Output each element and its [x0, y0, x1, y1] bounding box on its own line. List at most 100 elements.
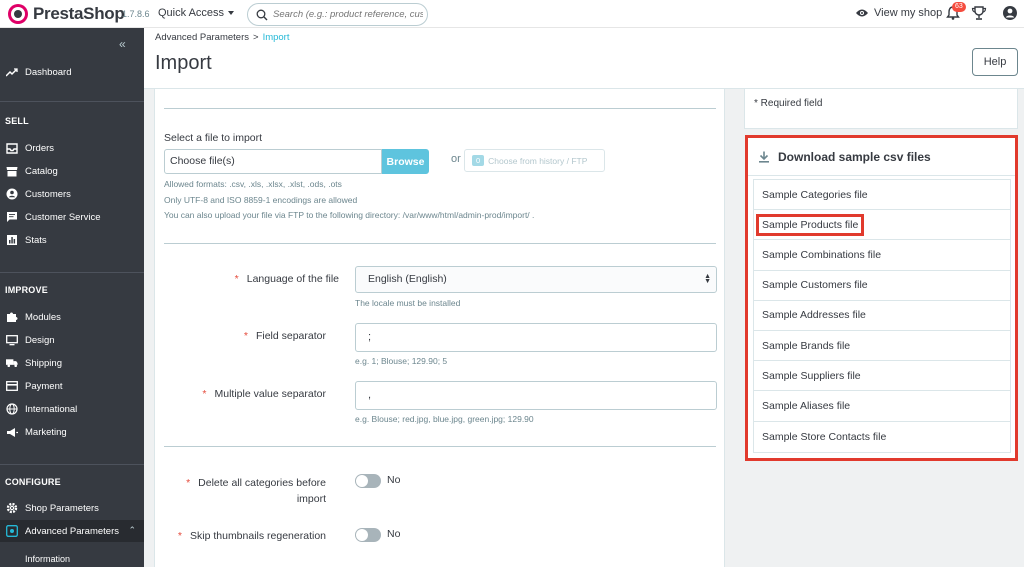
- top-header: PrestaShop 1.7.8.6 Quick Access View my …: [0, 0, 1024, 28]
- breadcrumb: Advanced Parameters > Import: [155, 32, 290, 43]
- sidebar-subitem-information[interactable]: Information: [25, 554, 70, 564]
- sidebar-divider: [0, 272, 144, 273]
- required-asterisk: *: [186, 477, 191, 489]
- sidebar-item-label: International: [25, 403, 78, 415]
- sample-brands-file-link[interactable]: Sample Brands file: [754, 331, 1010, 362]
- import-form-panel: Select a file to import Choose file(s) B…: [154, 89, 725, 567]
- account-circle-icon: [6, 188, 18, 200]
- quick-access-dropdown[interactable]: Quick Access: [158, 7, 235, 19]
- sidebar-item-dashboard[interactable]: Dashboard: [0, 61, 144, 83]
- search-input[interactable]: [273, 9, 423, 20]
- version-label: 1.7.8.6: [122, 9, 150, 19]
- language-select[interactable]: English (English) ▲ ▼: [355, 266, 717, 293]
- sidebar-item-label: Advanced Parameters: [25, 525, 119, 537]
- sidebar-item-design[interactable]: Design: [0, 329, 144, 351]
- section-sell: SELL: [5, 116, 29, 126]
- sidebar-item-shop-parameters[interactable]: Shop Parameters: [0, 497, 144, 519]
- browse-button[interactable]: Browse: [382, 149, 429, 174]
- globe-icon: [6, 403, 18, 415]
- sidebar-item-orders[interactable]: Orders: [0, 137, 144, 159]
- download-icon: [759, 151, 769, 163]
- sample-suppliers-file-link[interactable]: Sample Suppliers file: [754, 361, 1010, 392]
- view-my-shop-link[interactable]: View my shop: [855, 7, 942, 19]
- delete-categories-switch[interactable]: [355, 474, 381, 488]
- sidebar-divider: [0, 464, 144, 465]
- field-separator-input[interactable]: ;: [355, 323, 717, 352]
- sidebar-item-label: Customers: [25, 188, 71, 200]
- download-samples-header: Download sample csv files: [748, 138, 1015, 176]
- multiple-value-separator-label: * Multiple value separator: [202, 388, 326, 400]
- file-input[interactable]: Choose file(s): [164, 149, 382, 174]
- sidebar-item-customer-service[interactable]: Customer Service: [0, 206, 144, 228]
- sidebar-item-label: Modules: [25, 311, 61, 323]
- select-file-label: Select a file to import: [164, 132, 263, 144]
- search-icon: [256, 9, 268, 20]
- sidebar-item-label: Stats: [25, 234, 47, 246]
- quick-access-label: Quick Access: [158, 7, 225, 19]
- chevron-up-icon: ⌃: [128, 525, 136, 535]
- sidebar-item-label: Payment: [25, 380, 63, 392]
- sidebar-item-catalog[interactable]: Catalog: [0, 160, 144, 182]
- delete-categories-value: No: [387, 474, 401, 486]
- truck-icon: [6, 357, 18, 369]
- sample-products-file-link[interactable]: Sample Products file: [754, 210, 1010, 241]
- sample-categories-file-link[interactable]: Sample Categories file: [754, 180, 1010, 211]
- section-improve: IMPROVE: [5, 285, 48, 295]
- required-asterisk: *: [202, 388, 207, 400]
- download-samples-title: Download sample csv files: [778, 149, 931, 164]
- sidebar-item-label: Shipping: [25, 357, 62, 369]
- sidebar-item-stats[interactable]: Stats: [0, 229, 144, 251]
- choose-from-history-button[interactable]: 0 Choose from history / FTP: [464, 149, 605, 172]
- sidebar-item-advanced-parameters[interactable]: Advanced Parameters ⌃: [0, 520, 144, 542]
- eye-icon: [856, 9, 868, 17]
- store-icon: [6, 165, 18, 177]
- history-label: Choose from history / FTP: [488, 155, 588, 166]
- puzzle-icon: [6, 311, 18, 323]
- delete-categories-label: * Delete all categories before import: [186, 477, 326, 505]
- sidebar-item-international[interactable]: International: [0, 398, 144, 420]
- gear-icon: [6, 502, 18, 514]
- skip-thumbnails-label: * Skip thumbnails regeneration: [177, 530, 326, 542]
- desktop-icon: [6, 334, 18, 346]
- page-title: Import: [155, 52, 212, 74]
- sidebar-divider: [0, 101, 144, 102]
- collapse-sidebar-icon[interactable]: «: [119, 37, 126, 51]
- select-arrows-icon: ▲ ▼: [704, 273, 711, 285]
- multiple-value-separator-input[interactable]: ,: [355, 381, 717, 410]
- breadcrumb-separator: >: [253, 32, 259, 43]
- allowed-formats-help: Allowed formats: .csv, .xls, .xlsx, .xls…: [164, 179, 342, 189]
- sidebar-item-payment[interactable]: Payment: [0, 375, 144, 397]
- bar-chart-icon: [6, 234, 18, 246]
- sidebar-item-label: Catalog: [25, 165, 58, 177]
- sidebar-item-shipping[interactable]: Shipping: [0, 352, 144, 374]
- trophy-icon[interactable]: [971, 5, 987, 21]
- search-bar[interactable]: [247, 3, 428, 26]
- sample-aliases-file-link[interactable]: Sample Aliases file: [754, 391, 1010, 422]
- skip-thumbnails-switch[interactable]: [355, 528, 381, 542]
- multiple-value-separator-help: e.g. Blouse; red.jpg, blue.jpg, green.jp…: [355, 414, 534, 424]
- user-account-icon[interactable]: [1002, 5, 1018, 21]
- breadcrumb-current[interactable]: Import: [263, 32, 290, 43]
- sample-store-contacts-file-link[interactable]: Sample Store Contacts file: [754, 422, 1010, 452]
- sample-files-list: Sample Categories file Sample Products f…: [753, 179, 1011, 453]
- divider: [164, 108, 716, 109]
- inbox-icon: [6, 142, 18, 154]
- sample-combinations-file-link[interactable]: Sample Combinations file: [754, 240, 1010, 271]
- sidebar-item-marketing[interactable]: Marketing: [0, 421, 144, 443]
- required-field-note: * Required field: [744, 89, 1018, 129]
- field-separator-help: e.g. 1; Blouse; 129.90; 5: [355, 356, 448, 366]
- sample-addresses-file-link[interactable]: Sample Addresses file: [754, 301, 1010, 331]
- trending-up-icon: [6, 66, 18, 78]
- help-button[interactable]: Help: [972, 48, 1018, 76]
- sidebar-item-label: Orders: [25, 142, 55, 154]
- sidebar-item-customers[interactable]: Customers: [0, 183, 144, 205]
- sample-customers-file-link[interactable]: Sample Customers file: [754, 271, 1010, 301]
- language-help: The locale must be installed: [355, 298, 461, 308]
- skip-thumbnails-value: No: [387, 528, 401, 540]
- required-asterisk: *: [243, 330, 248, 342]
- required-asterisk: *: [177, 530, 182, 542]
- prestashop-logo[interactable]: PrestaShop: [8, 4, 125, 24]
- sidebar-item-modules[interactable]: Modules: [0, 306, 144, 328]
- chat-icon: [6, 211, 18, 223]
- breadcrumb-parent[interactable]: Advanced Parameters: [155, 32, 249, 43]
